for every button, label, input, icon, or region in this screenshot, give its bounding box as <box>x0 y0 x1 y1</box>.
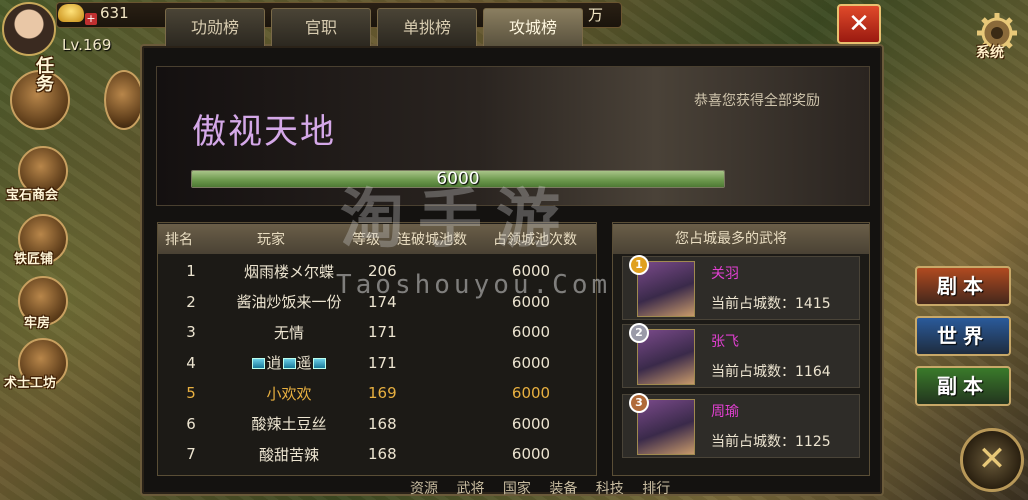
banner-title: 傲视天地 <box>192 112 336 152</box>
general-occupy-count: 当前占城数：1125 <box>711 431 831 451</box>
general-occupy-count: 当前占城数：1164 <box>711 361 831 381</box>
header-rank: 排名 <box>165 232 193 248</box>
gem-icon <box>252 358 266 370</box>
table-row[interactable]: 5 小欢欢 169 6000 <box>158 378 596 409</box>
watermark-url: Taoshouyou.Com <box>336 270 612 300</box>
table-row[interactable]: 4 逍遥 171 6000 <box>158 348 596 379</box>
level-cell: 168 <box>368 445 397 464</box>
tab-merit[interactable]: 功勋榜 <box>165 8 265 46</box>
watermark: 淘手游 <box>340 183 574 257</box>
gold-value: 631 <box>100 4 129 22</box>
tab-duel[interactable]: 单挑榜 <box>377 8 477 46</box>
gem-icon <box>312 358 326 370</box>
rank-cell: 3 <box>186 323 196 342</box>
gold-ingot-icon <box>58 4 84 22</box>
count-label: 当前占城数： <box>711 364 795 380</box>
table-row[interactable]: 7 酸甜苦辣 168 6000 <box>158 439 596 470</box>
general-name: 张飞 <box>711 334 739 350</box>
level-cell: 169 <box>368 384 397 403</box>
count-label: 当前占城数： <box>711 434 795 450</box>
rank-medal-icon: 1 <box>629 255 649 275</box>
generals-header: 您占城最多的武将 <box>613 224 869 254</box>
rank-cell: 4 <box>186 353 196 372</box>
level-cell: 171 <box>368 323 397 342</box>
count-value: 1125 <box>795 434 831 450</box>
player-name-cell: 小欢欢 <box>266 384 312 403</box>
world-button[interactable]: 世界 <box>915 316 1011 356</box>
player-name-cell: 无情 <box>273 323 304 342</box>
add-gold-icon[interactable]: + <box>85 13 97 25</box>
general-card[interactable]: 2 张飞当前占城数：1164 <box>622 323 860 388</box>
rank-cell: 5 <box>186 384 196 403</box>
reward-message: 恭喜您获得全部奖励 <box>694 93 820 109</box>
table-row[interactable]: 6 酸辣土豆丝 168 6000 <box>158 409 596 440</box>
player-name-cell: 逍遥 <box>224 352 354 373</box>
level-cell: 168 <box>368 414 397 433</box>
level-cell: 171 <box>368 353 397 372</box>
rank-cell: 2 <box>186 292 196 311</box>
rank-cell: 6 <box>186 414 196 433</box>
sorcerer-workshop-label: 术士工坊 <box>4 376 57 391</box>
count-value: 1415 <box>795 296 831 312</box>
occupied-cell: 6000 <box>511 323 551 342</box>
quest-label: 任务 <box>36 56 54 95</box>
system-label: 系统 <box>976 45 1004 61</box>
prison-label: 牢房 <box>24 316 51 331</box>
general-name: 周瑜 <box>711 404 739 420</box>
rank-cell: 7 <box>186 445 196 464</box>
general-occupy-count: 当前占城数：1415 <box>711 293 831 313</box>
occupied-cell: 6000 <box>511 384 551 403</box>
player-name-cell: 酸甜苦辣 <box>258 445 319 464</box>
count-value: 1164 <box>795 364 831 380</box>
leaderboard-tabs: 功勋榜 官职 单挑榜 攻城榜 <box>165 8 583 46</box>
general-card[interactable]: 3 周瑜当前占城数：1125 <box>622 393 860 458</box>
player-name-cell: 酱油炒饭来一份 <box>236 293 342 312</box>
table-row[interactable]: 3 无情 171 6000 <box>158 317 596 348</box>
avatar[interactable] <box>2 2 56 56</box>
count-label: 当前占城数： <box>711 296 795 312</box>
menu-button-partial[interactable] <box>104 70 144 130</box>
dungeon-button[interactable]: 副本 <box>915 366 1011 406</box>
occupied-cell: 6000 <box>511 414 551 433</box>
rank-medal-icon: 3 <box>629 393 649 413</box>
close-menu-icon[interactable]: ✕ <box>960 428 1024 492</box>
blacksmith-label: 铁匠铺 <box>14 252 54 267</box>
tab-siege[interactable]: 攻城榜 <box>483 8 583 46</box>
rank-medal-icon: 2 <box>629 323 649 343</box>
bottom-nav: 资源 武将 国家 装备 科技 排行 <box>410 481 671 497</box>
script-button[interactable]: 剧本 <box>915 266 1011 306</box>
rank-cell: 1 <box>186 262 196 281</box>
resource-suffix: 万 <box>588 6 604 24</box>
player-level: Lv.169 <box>62 36 112 54</box>
gem-icon <box>282 358 296 370</box>
player-name-cell: 酸辣土豆丝 <box>251 415 327 434</box>
occupied-cell: 6000 <box>511 445 551 464</box>
player-name-cell: 烟雨楼メ尔蝶 <box>243 262 334 281</box>
gem-shop-label: 宝石商会 <box>6 188 59 203</box>
header-player: 玩家 <box>257 232 285 248</box>
occupied-cell: 6000 <box>511 353 551 372</box>
general-card[interactable]: 1 关羽当前占城数：1415 <box>622 255 860 320</box>
tab-official-rank[interactable]: 官职 <box>271 8 371 46</box>
general-name: 关羽 <box>711 266 739 282</box>
close-button[interactable]: ✕ <box>837 4 881 44</box>
